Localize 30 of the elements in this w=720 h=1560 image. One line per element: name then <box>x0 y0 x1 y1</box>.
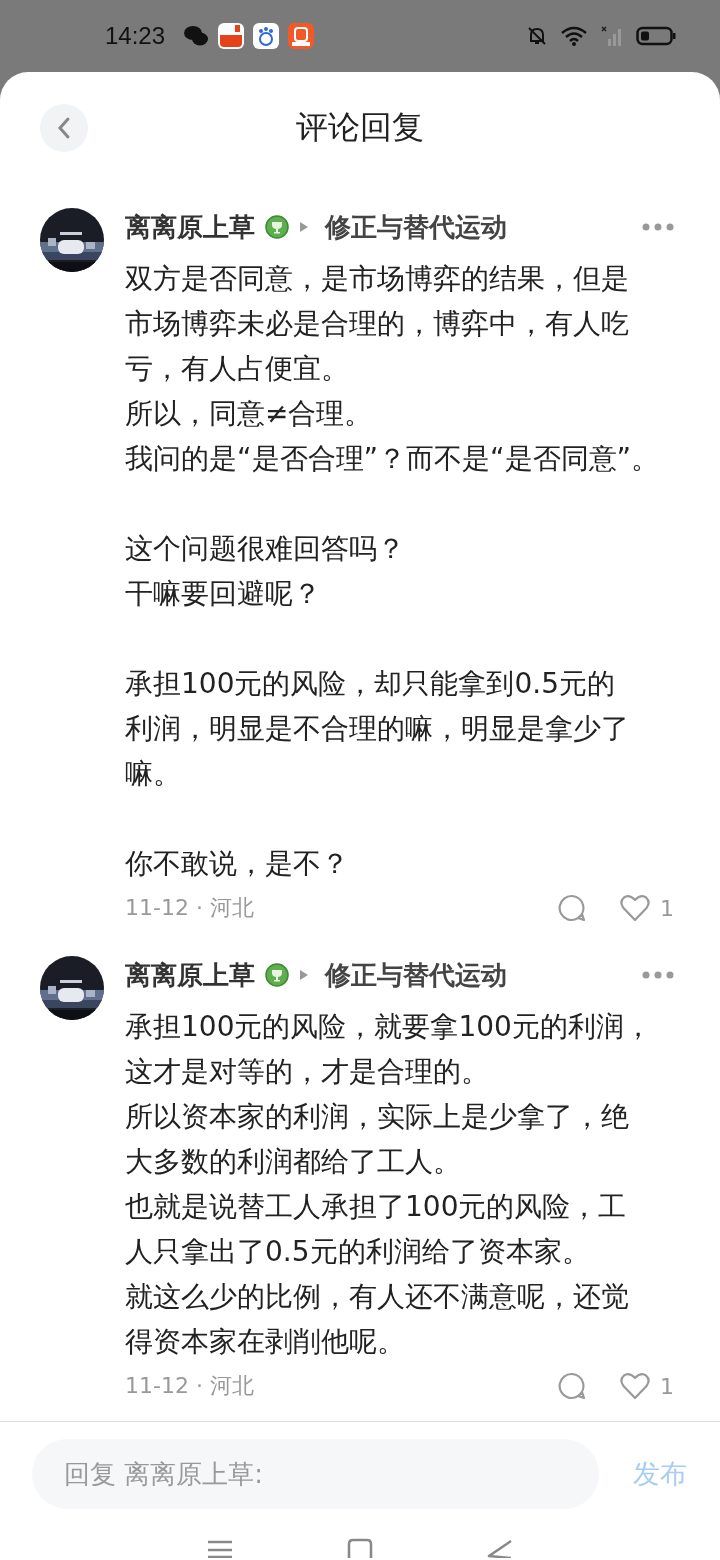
like-count: 1 <box>660 1373 674 1399</box>
comment-text: 承担100元的风险，就要拿100元的利润， <box>125 1009 652 1045</box>
comment-meta: 11-12 · 河北 <box>125 1372 254 1400</box>
page-title: 评论回复 <box>296 107 424 148</box>
comment-text: 所以资本家的利润，实际上是少拿了，绝 <box>125 1099 629 1135</box>
comment-text: 你不敢说，是不？ <box>125 846 349 882</box>
comment-text: 双方是否同意，是市场博弈的结果，但是 <box>125 261 629 297</box>
comment-text: 利润，明显是不合理的嘛，明显是拿少了 <box>125 711 629 747</box>
comment-text: 所以，同意≠合理。 <box>125 396 373 432</box>
reply-input[interactable]: 回复 离离原上草: <box>32 1439 599 1509</box>
comment-text: 我问的是“是否合理”？而不是“是否同意”。 <box>125 441 660 477</box>
comment-text: 就这么少的比例，有人还不满意呢，还觉 <box>125 1279 629 1315</box>
topic-name[interactable]: 修正与替代运动 <box>325 209 507 245</box>
comment-text: 也就是说替工人承担了100元的风险，工 <box>125 1189 627 1225</box>
comment-meta: 11-12 · 河北 <box>125 894 254 922</box>
comment-text: 干嘛要回避呢？ <box>125 576 321 612</box>
like-count: 1 <box>660 895 674 921</box>
status-time: 14:23 <box>105 22 166 50</box>
author-name[interactable]: 离离原上草 <box>125 209 255 245</box>
author-name[interactable]: 离离原上草 <box>125 957 255 993</box>
topic-name[interactable]: 修正与替代运动 <box>325 957 507 993</box>
comment-text: 这才是对等的，才是合理的。 <box>125 1054 489 1090</box>
comment-text: 亏，有人占便宜。 <box>125 351 349 387</box>
comment-text: 大多数的利润都给了工人。 <box>125 1144 461 1180</box>
comment-text: 市场博弈未必是合理的，博弈中，有人吃 <box>125 306 629 342</box>
comment-text: 这个问题很难回答吗？ <box>125 531 405 567</box>
comment-text: 人只拿出了0.5元的利润给了资本家。 <box>125 1234 590 1270</box>
comment-text: 承担100元的风险，却只能拿到0.5元的 <box>125 666 615 702</box>
comment-text: 嘛。 <box>125 756 181 792</box>
comment-text: 得资本家在剥削他呢。 <box>125 1324 405 1360</box>
